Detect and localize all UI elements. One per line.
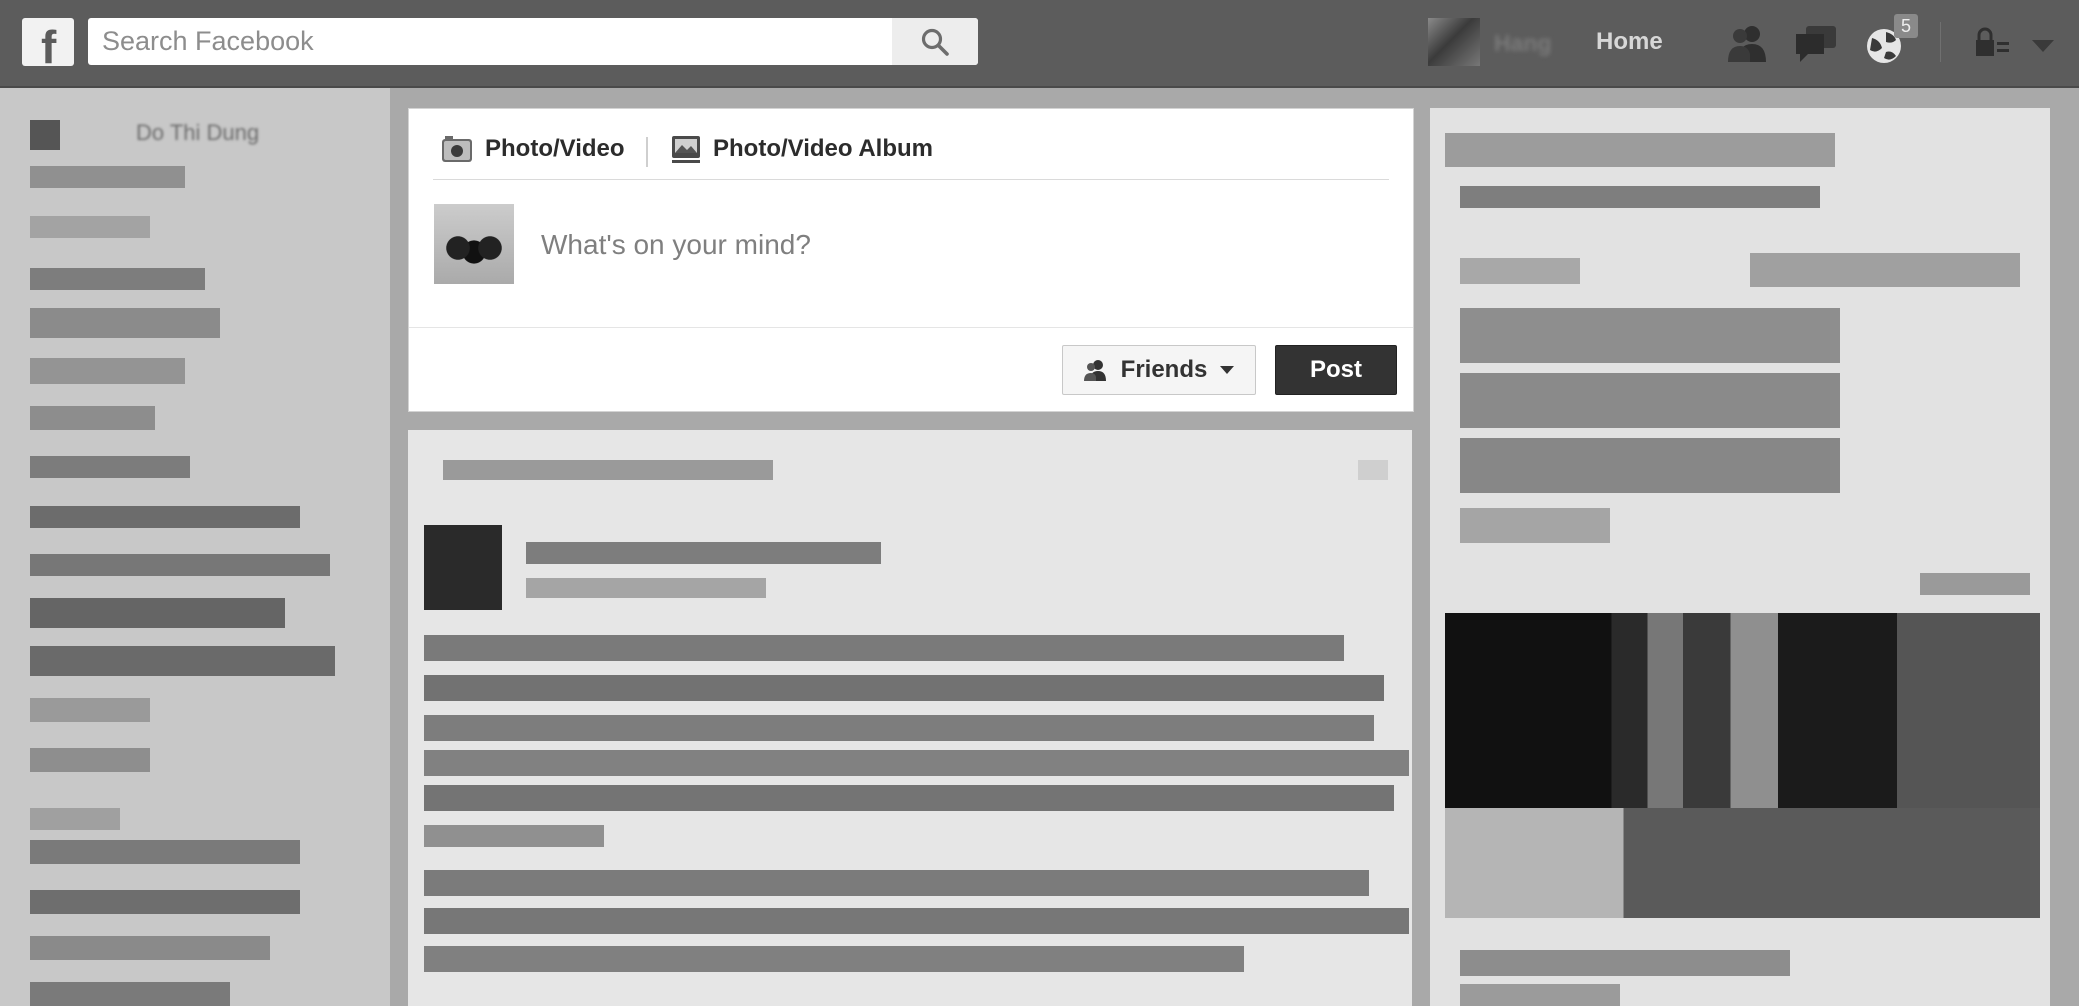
- story-text-line: [424, 635, 1344, 661]
- story-timestamp[interactable]: [526, 578, 766, 598]
- composer-footer: Friends Post: [409, 327, 1413, 412]
- sidebar-item[interactable]: [30, 456, 190, 478]
- sidebar-item[interactable]: [30, 840, 300, 864]
- status-input[interactable]: [539, 219, 1363, 271]
- feed-story: [408, 430, 1412, 1006]
- right-see-all-link[interactable]: [1920, 573, 2030, 595]
- sidebar-item[interactable]: [30, 646, 335, 676]
- lock-icon[interactable]: [1970, 22, 2014, 66]
- story-header-text: [443, 460, 773, 480]
- avatar[interactable]: [1428, 18, 1480, 66]
- sidebar-item[interactable]: [30, 268, 205, 290]
- nav-divider: [1940, 22, 1941, 62]
- story-text-line: [424, 675, 1384, 701]
- top-navigation-bar: f Hang Home 5: [0, 0, 2079, 88]
- tab-photo-album-label: Photo/Video Album: [713, 135, 933, 162]
- friend-requests-icon[interactable]: [1726, 22, 1770, 66]
- sidebar-item[interactable]: [30, 936, 270, 960]
- tab-divider: [646, 137, 648, 167]
- list-item[interactable]: [1460, 438, 1840, 493]
- sidebar-section-heading: [30, 808, 120, 830]
- sidebar-item[interactable]: [30, 554, 330, 576]
- sidebar-item[interactable]: [30, 982, 230, 1006]
- story-text-line: [424, 715, 1374, 741]
- right-section-actions[interactable]: [1750, 253, 2020, 287]
- facebook-logo-icon[interactable]: f: [22, 18, 74, 66]
- messages-icon[interactable]: [1794, 22, 1838, 66]
- tab-photo-album[interactable]: Photo/Video Album: [671, 129, 933, 169]
- status-composer: Photo/Video Photo/Video Album Friends: [408, 108, 1414, 412]
- right-subheading: [1460, 186, 1820, 208]
- sidebar-item[interactable]: [30, 698, 150, 722]
- caret-down-icon: [1220, 366, 1235, 374]
- story-text-line: [424, 750, 1409, 776]
- story-author-avatar[interactable]: [424, 525, 502, 610]
- sidebar-profile-name[interactable]: Do Thi Dung: [136, 120, 259, 146]
- home-link[interactable]: Home: [1596, 28, 1663, 56]
- sidebar-item[interactable]: [30, 358, 185, 384]
- post-button[interactable]: Post: [1275, 345, 1397, 395]
- list-item[interactable]: [1460, 508, 1610, 543]
- search-input[interactable]: [88, 18, 916, 65]
- story-text-line: [424, 785, 1394, 811]
- tab-photo-video-label: Photo/Video: [485, 135, 625, 162]
- right-sidebar: [1430, 108, 2050, 1006]
- story-text-line: [424, 908, 1409, 934]
- sidebar-item[interactable]: [30, 308, 220, 338]
- audience-selector-button[interactable]: Friends: [1062, 345, 1256, 395]
- sponsored-caption: [1460, 984, 1620, 1006]
- sidebar-item[interactable]: [30, 166, 185, 188]
- sidebar-item[interactable]: [30, 216, 150, 238]
- tab-photo-video[interactable]: Photo/Video: [441, 129, 625, 169]
- sidebar-item[interactable]: [30, 598, 285, 628]
- story-author-name[interactable]: [526, 542, 881, 564]
- sponsored-image-lower: [1445, 808, 2040, 918]
- composer-tabs: Photo/Video Photo/Video Album: [433, 129, 1383, 169]
- album-icon: [672, 136, 700, 163]
- camera-icon: [442, 136, 472, 162]
- story-text-line: [424, 870, 1369, 896]
- friends-icon: [1083, 360, 1106, 381]
- right-section-title: [1460, 258, 1580, 284]
- audience-label: Friends: [1120, 356, 1208, 383]
- sponsored-caption[interactable]: [1460, 950, 1790, 976]
- composer-divider: [433, 179, 1389, 180]
- left-sidebar: [0, 88, 390, 1006]
- story-menu-icon[interactable]: [1358, 460, 1388, 480]
- search-button[interactable]: [892, 18, 978, 65]
- list-item[interactable]: [1460, 373, 1840, 428]
- sidebar-item[interactable]: [30, 890, 300, 914]
- search-icon: [921, 28, 949, 56]
- sidebar-avatar[interactable]: [30, 120, 60, 150]
- sidebar-item[interactable]: [30, 406, 155, 430]
- story-text-line: [424, 946, 1244, 972]
- avatar[interactable]: [434, 204, 514, 284]
- search-bar: [88, 18, 978, 65]
- profile-link[interactable]: Hang: [1494, 30, 1552, 57]
- right-heading: [1445, 133, 1835, 167]
- sidebar-item[interactable]: [30, 506, 300, 528]
- story-text-line: [424, 825, 604, 847]
- sidebar-item[interactable]: [30, 748, 150, 772]
- chevron-down-icon[interactable]: [2028, 22, 2058, 66]
- notification-count-badge: 5: [1894, 14, 1918, 38]
- list-item[interactable]: [1460, 308, 1840, 363]
